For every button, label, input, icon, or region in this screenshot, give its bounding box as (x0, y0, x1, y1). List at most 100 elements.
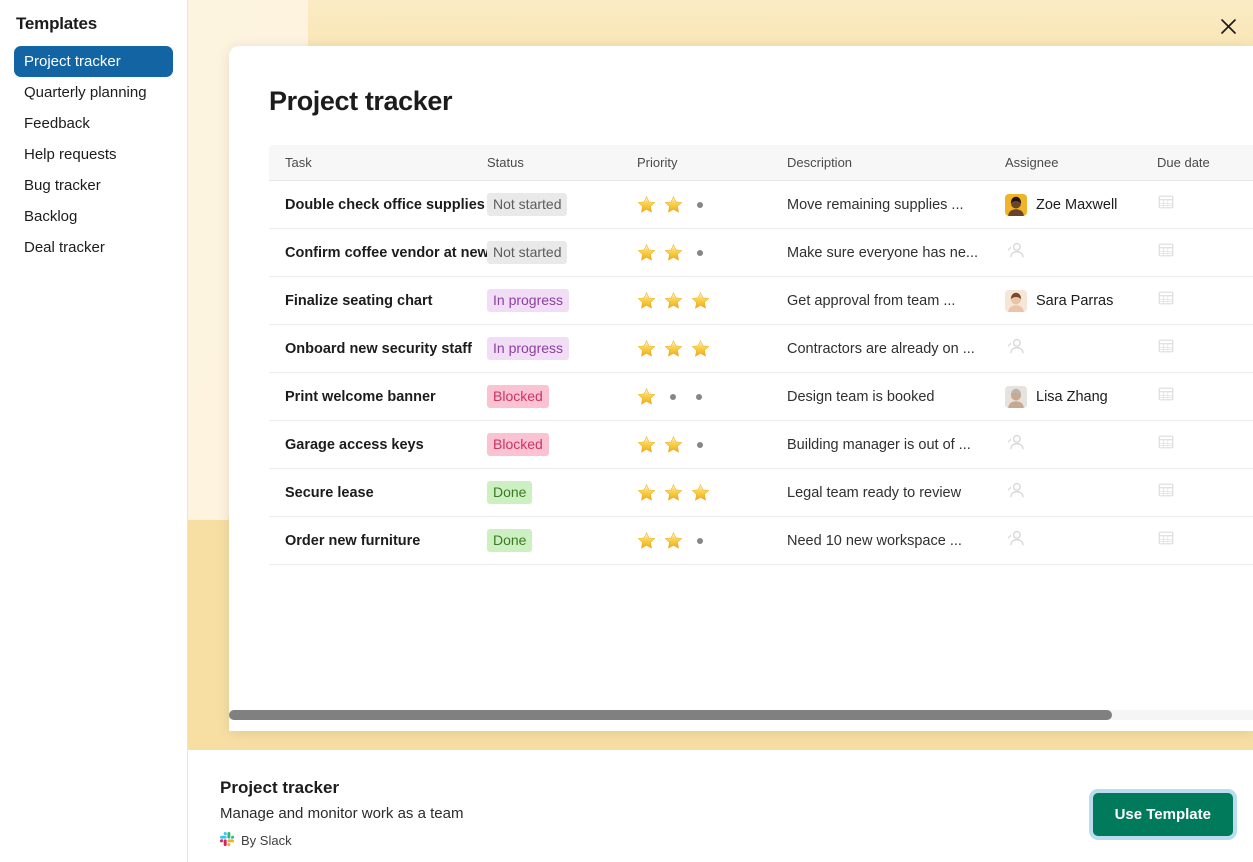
table-header-row: Task Status Priority Description Assigne… (269, 145, 1253, 181)
close-icon[interactable] (1213, 11, 1243, 41)
cell-task[interactable]: Double check office supplies (269, 196, 487, 214)
cell-due-date[interactable] (1157, 337, 1253, 360)
cell-priority[interactable] (637, 483, 787, 502)
cell-status[interactable]: Not started (487, 241, 637, 264)
star-icon (664, 291, 683, 310)
cell-status[interactable]: Not started (487, 193, 637, 216)
sidebar-item-bug-tracker[interactable]: Bug tracker (14, 170, 173, 201)
cell-priority[interactable] (637, 291, 787, 310)
footer-template-title: Project tracker (220, 778, 339, 798)
sidebar-item-deal-tracker[interactable]: Deal tracker (14, 232, 173, 263)
cell-assignee[interactable] (1005, 335, 1157, 362)
assignee-name: Lisa Zhang (1036, 389, 1108, 405)
sidebar-item-quarterly-planning[interactable]: Quarterly planning (14, 77, 173, 108)
cell-task[interactable]: Print welcome banner (269, 388, 487, 406)
cell-task[interactable]: Finalize seating chart (269, 292, 487, 310)
cell-task[interactable]: Order new furniture (269, 532, 487, 550)
person-placeholder-icon[interactable] (1005, 431, 1027, 458)
calendar-icon[interactable] (1157, 246, 1175, 263)
sidebar-item-project-tracker[interactable]: Project tracker (14, 46, 173, 77)
calendar-icon[interactable] (1157, 534, 1175, 551)
cell-due-date[interactable] (1157, 433, 1253, 456)
cell-due-date[interactable] (1157, 385, 1253, 408)
cell-assignee[interactable] (1005, 479, 1157, 506)
cell-due-date[interactable] (1157, 241, 1253, 264)
cell-description[interactable]: Move remaining supplies ... (787, 196, 1005, 214)
cell-status[interactable]: In progress (487, 337, 637, 360)
table-row[interactable]: Finalize seating chartIn progress Get app… (269, 277, 1253, 325)
cell-due-date[interactable] (1157, 289, 1253, 312)
cell-priority[interactable] (637, 531, 787, 550)
column-header-status[interactable]: Status (487, 155, 637, 170)
table-row[interactable]: Garage access keysBlocked Building manage… (269, 421, 1253, 469)
cell-status[interactable]: Blocked (487, 385, 637, 408)
sidebar-item-help-requests[interactable]: Help requests (14, 139, 173, 170)
assignee (1005, 527, 1145, 554)
table-row[interactable]: Confirm coffee vendor at new...Not start… (269, 229, 1253, 277)
calendar-icon[interactable] (1157, 294, 1175, 311)
use-template-button[interactable]: Use Template (1093, 793, 1233, 836)
cell-task[interactable]: Confirm coffee vendor at new... (269, 244, 487, 262)
cell-task[interactable]: Garage access keys (269, 436, 487, 454)
table-row[interactable]: Double check office suppliesNot started M… (269, 181, 1253, 229)
cell-status[interactable]: Done (487, 481, 637, 504)
cell-status[interactable]: Blocked (487, 433, 637, 456)
priority-rating (637, 483, 775, 502)
cell-priority[interactable] (637, 339, 787, 358)
cell-task[interactable]: Secure lease (269, 484, 487, 502)
cell-due-date[interactable] (1157, 481, 1253, 504)
horizontal-scrollbar[interactable] (229, 710, 1253, 720)
table-row[interactable]: Onboard new security staffIn progress Con… (269, 325, 1253, 373)
cell-assignee[interactable] (1005, 527, 1157, 554)
table-row[interactable]: Order new furnitureDone Need 10 new works… (269, 517, 1253, 565)
calendar-icon[interactable] (1157, 438, 1175, 455)
cell-task[interactable]: Onboard new security staff (269, 340, 487, 358)
cell-description[interactable]: Need 10 new workspace ... (787, 532, 1005, 550)
description-text: Design team is booked (787, 389, 935, 405)
person-placeholder-icon[interactable] (1005, 479, 1027, 506)
assignee (1005, 479, 1145, 506)
cell-description[interactable]: Building manager is out of ... (787, 436, 1005, 454)
cell-priority[interactable] (637, 435, 787, 454)
cell-assignee[interactable]: Zoe Maxwell (1005, 194, 1157, 216)
cell-assignee[interactable]: Sara Parras (1005, 290, 1157, 312)
cell-description[interactable]: Contractors are already on ... (787, 340, 1005, 358)
cell-assignee[interactable]: Lisa Zhang (1005, 386, 1157, 408)
cell-description[interactable]: Legal team ready to review (787, 484, 1005, 502)
cell-description[interactable]: Make sure everyone has ne... (787, 244, 1005, 262)
sidebar-item-feedback[interactable]: Feedback (14, 108, 173, 139)
column-header-description[interactable]: Description (787, 155, 1005, 170)
column-header-assignee[interactable]: Assignee (1005, 155, 1157, 170)
calendar-icon[interactable] (1157, 342, 1175, 359)
column-header-priority[interactable]: Priority (637, 155, 787, 170)
cell-assignee[interactable] (1005, 431, 1157, 458)
person-placeholder-icon[interactable] (1005, 527, 1027, 554)
cell-description[interactable]: Get approval from team ... (787, 292, 1005, 310)
sidebar-item-backlog[interactable]: Backlog (14, 201, 173, 232)
empty-priority-dot-icon (696, 394, 702, 400)
description-text: Building manager is out of ... (787, 437, 971, 453)
column-header-due-date[interactable]: Due date (1157, 155, 1253, 170)
column-header-task[interactable]: Task (269, 155, 487, 170)
cell-status[interactable]: Done (487, 529, 637, 552)
cell-priority[interactable] (637, 195, 787, 214)
cell-status[interactable]: In progress (487, 289, 637, 312)
calendar-icon[interactable] (1157, 390, 1175, 407)
status-badge: In progress (487, 337, 569, 360)
person-placeholder-icon[interactable] (1005, 335, 1027, 362)
cell-due-date[interactable] (1157, 529, 1253, 552)
description-text: Contractors are already on ... (787, 341, 975, 357)
table-row[interactable]: Print welcome bannerBlocked Design team i… (269, 373, 1253, 421)
calendar-icon[interactable] (1157, 198, 1175, 215)
calendar-icon[interactable] (1157, 486, 1175, 503)
star-icon (637, 291, 656, 310)
cell-priority[interactable] (637, 243, 787, 262)
table-row[interactable]: Secure leaseDone Legal team ready to revi… (269, 469, 1253, 517)
cell-due-date[interactable] (1157, 193, 1253, 216)
cell-assignee[interactable] (1005, 239, 1157, 266)
assignee (1005, 239, 1145, 266)
cell-description[interactable]: Design team is booked (787, 388, 1005, 406)
cell-priority[interactable] (637, 387, 787, 406)
scrollbar-thumb[interactable] (229, 710, 1112, 720)
person-placeholder-icon[interactable] (1005, 239, 1027, 266)
